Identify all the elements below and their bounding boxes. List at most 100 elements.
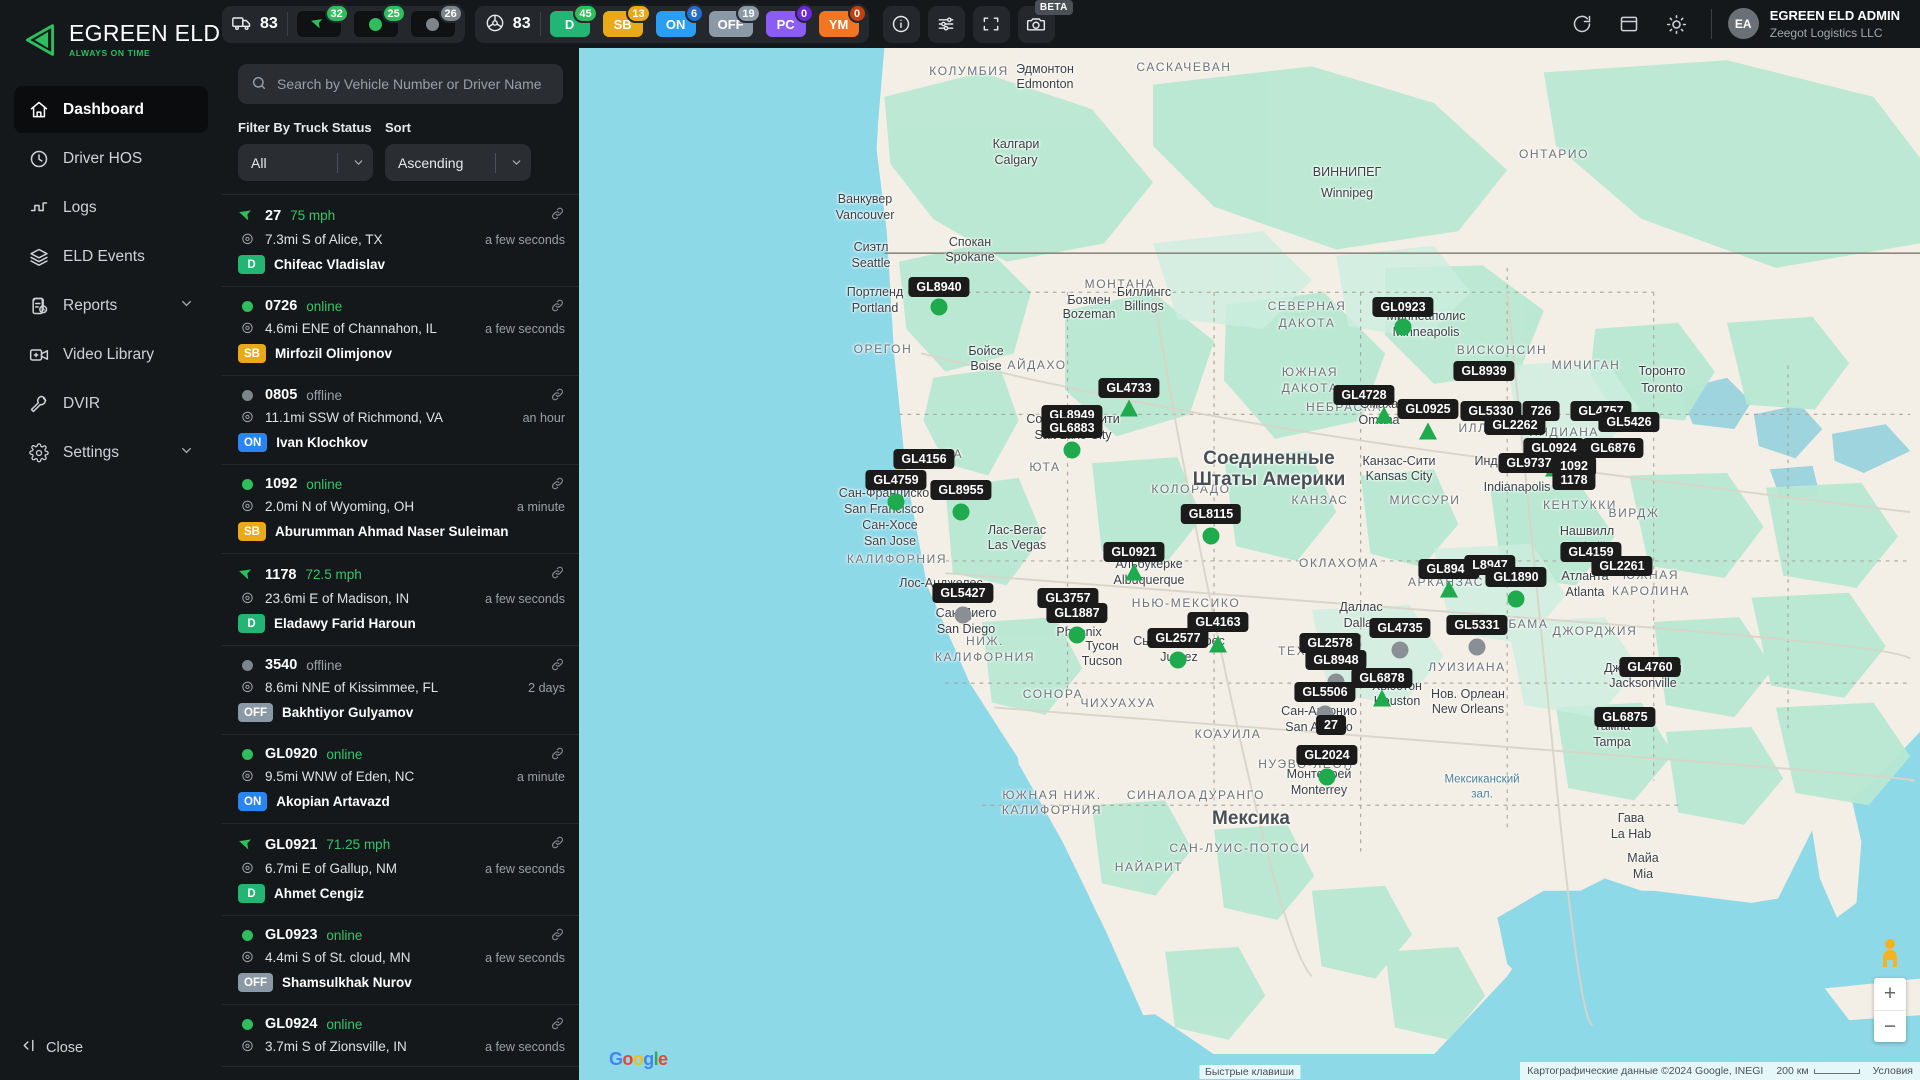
vehicle-list-item[interactable]: 0805 offline 11.1mi SSW of Richmond, VA an … xyxy=(222,376,579,465)
map-vehicle-marker[interactable]: GL5426 xyxy=(1598,412,1660,432)
refresh-icon[interactable] xyxy=(1564,6,1601,43)
filter-status-select[interactable]: All xyxy=(238,144,373,181)
sliders-icon[interactable] xyxy=(927,5,965,43)
map-vehicle-marker[interactable]: GL4760 xyxy=(1619,657,1681,677)
sidebar-item-eld-events[interactable]: ELD Events xyxy=(14,233,208,280)
sidebar-item-dvir[interactable]: DVIR xyxy=(14,380,208,427)
vehicle-list-item[interactable]: 27 75 mph 7.3mi S of Alice, TX a few second… xyxy=(222,195,579,287)
map-vehicle-marker[interactable]: 27 xyxy=(1316,715,1346,735)
vehicle-list-item[interactable]: 1092 online 2.0mi N of Wyoming, OH a minute… xyxy=(222,465,579,554)
map-zoom-controls[interactable]: + − xyxy=(1874,978,1906,1042)
vehicle-list-item[interactable]: GL0924 online 3.7mi S of Zionsville, IN a f… xyxy=(222,1005,579,1067)
vehicle-number: GL0923 xyxy=(265,927,318,943)
sidebar-item-driver-hos[interactable]: Driver HOS xyxy=(14,135,208,182)
map-vehicle-marker[interactable]: GL4735 xyxy=(1369,618,1431,638)
external-link-icon[interactable] xyxy=(550,1016,565,1034)
map-terms-link[interactable]: Условия xyxy=(1873,1065,1913,1077)
search-input[interactable] xyxy=(277,76,550,92)
external-link-icon[interactable] xyxy=(550,387,565,405)
duty-pill-d[interactable]: D 45 xyxy=(549,4,598,37)
map-vehicle-marker[interactable]: GL1887 xyxy=(1046,603,1108,623)
external-link-icon[interactable] xyxy=(550,298,565,316)
zoom-in-button[interactable]: + xyxy=(1874,978,1906,1010)
external-link-icon[interactable] xyxy=(550,657,565,675)
marker-label: GL4735 xyxy=(1369,618,1431,638)
search-box[interactable] xyxy=(238,64,563,104)
map-vehicle-marker[interactable]: GL9737 xyxy=(1498,453,1560,473)
map-vehicle-marker[interactable]: GL2024 xyxy=(1296,745,1358,765)
map-vehicle-marker[interactable]: GL4728 xyxy=(1333,385,1395,405)
map-place-label: Спокан xyxy=(948,234,992,249)
sidebar-close-button[interactable]: Close xyxy=(14,1029,89,1066)
duty-pill-pc[interactable]: PC 0 xyxy=(765,4,814,37)
sort-select[interactable]: Ascending xyxy=(385,144,531,181)
map-vehicle-marker[interactable]: GL8955 xyxy=(930,480,992,500)
duty-pill-sb[interactable]: SB 13 xyxy=(602,4,651,37)
external-link-icon[interactable] xyxy=(550,476,565,494)
pegman-street-view[interactable] xyxy=(1875,936,1905,972)
driver-name: Aburumman Ahmad Naser Suleiman xyxy=(274,524,509,539)
map-vehicle-marker[interactable]: GL4156 xyxy=(893,449,955,469)
vehicle-pill-idle[interactable]: 25 xyxy=(353,4,406,37)
map-vehicle-marker[interactable]: GL1890 xyxy=(1485,567,1547,587)
vehicle-list-item[interactable]: GL0923 online 4.4mi S of St. cloud, MN a fe… xyxy=(222,916,579,1005)
map-vehicle-marker[interactable]: GL6878 xyxy=(1351,668,1413,688)
arrow-cursor-icon xyxy=(311,15,326,33)
map-vehicle-marker[interactable]: GL0921 xyxy=(1103,542,1165,562)
vehicle-list[interactable]: 27 75 mph 7.3mi S of Alice, TX a few second… xyxy=(222,194,579,1080)
map-vehicle-marker[interactable]: GL2262 xyxy=(1484,415,1546,435)
map-vehicle-marker[interactable]: GL5506 xyxy=(1294,682,1356,702)
vehicle-list-item[interactable]: 3540 offline 8.6mi NNE of Kissimmee, FL 2 d… xyxy=(222,646,579,735)
fullscreen-icon[interactable] xyxy=(972,5,1010,43)
external-link-icon[interactable] xyxy=(550,835,565,853)
map-place-label: КАЛИФОРНИЯ xyxy=(1001,803,1103,818)
keyboard-shortcuts-hint[interactable]: Быстрые клавиши xyxy=(1198,1065,1301,1079)
duty-pill-off[interactable]: OFF 19 xyxy=(708,4,761,37)
info-icon[interactable] xyxy=(882,5,920,43)
duty-pill-on[interactable]: ON 6 xyxy=(655,4,704,37)
marker-label: GL4733 xyxy=(1098,378,1160,398)
map-vehicle-marker[interactable]: GL2577 xyxy=(1147,628,1209,648)
map-vehicle-marker[interactable]: GL6876 xyxy=(1582,438,1644,458)
external-link-icon[interactable] xyxy=(550,927,565,945)
vehicle-list-item[interactable]: 1178 72.5 mph 23.6mi E of Madison, IN a few… xyxy=(222,554,579,646)
external-link-icon[interactable] xyxy=(550,206,565,224)
map-vehicle-marker[interactable]: GL0923 xyxy=(1372,297,1434,317)
sidebar-item-video-library[interactable]: Video Library xyxy=(14,331,208,378)
map-vehicle-marker[interactable]: GL6883 xyxy=(1041,418,1103,438)
vehicle-number: 1178 xyxy=(265,566,297,583)
map-vehicle-marker[interactable]: GL4733 xyxy=(1098,378,1160,398)
map-vehicle-marker[interactable]: GL8939 xyxy=(1453,361,1515,381)
panel-icon[interactable] xyxy=(1611,6,1648,43)
sidebar-item-settings[interactable]: Settings xyxy=(14,429,208,476)
map-vehicle-marker[interactable]: GL6875 xyxy=(1594,707,1656,727)
map-vehicle-marker[interactable]: GL4759 xyxy=(865,470,927,490)
vehicle-pill-moving[interactable]: 32 xyxy=(296,4,349,37)
sidebar-item-dashboard[interactable]: Dashboard xyxy=(14,86,208,133)
map[interactable]: КОЛУМБИЯ Эдмонтон Edmonton САСКАЧЕВАН Калгар… xyxy=(579,48,1920,1080)
user-menu[interactable]: EA EGREEN ELD ADMIN Zeegot Logistics LLC xyxy=(1727,7,1906,41)
vehicle-list-item[interactable]: GL0920 online 9.5mi WNW of Eden, NC a minut… xyxy=(222,735,579,824)
vehicle-list-item[interactable]: GL0921 71.25 mph 6.7mi E of Gallup, NM a fe… xyxy=(222,824,579,916)
duty-pill-ym[interactable]: YM 0 xyxy=(818,4,867,37)
map-vehicle-marker[interactable]: GL8940 xyxy=(908,277,970,297)
map-vehicle-marker[interactable]: GL2261 xyxy=(1591,556,1653,576)
map-vehicle-marker[interactable]: GL8948 xyxy=(1305,650,1367,670)
gear-icon xyxy=(28,442,49,463)
map-vehicle-marker[interactable]: GL0925 xyxy=(1397,399,1459,419)
brightness-icon[interactable] xyxy=(1658,6,1695,43)
camera-icon[interactable]: BETA xyxy=(1017,0,1073,43)
map-vehicle-marker[interactable]: GL5331 xyxy=(1446,615,1508,635)
zoom-out-button[interactable]: − xyxy=(1874,1010,1906,1042)
external-link-icon[interactable] xyxy=(550,746,565,764)
vehicle-list-item[interactable]: 0726 online 4.6mi ENE of Channahon, IL a fe… xyxy=(222,287,579,376)
sidebar-item-logs[interactable]: Logs xyxy=(14,184,208,231)
sidebar-item-reports[interactable]: Reports xyxy=(14,282,208,329)
external-link-icon[interactable] xyxy=(550,565,565,583)
driver-name: Bakhtiyor Gulyamov xyxy=(282,705,414,720)
vehicle-pill-offline[interactable]: 26 xyxy=(410,4,463,37)
map-vehicle-marker[interactable]: GL5427 xyxy=(932,583,994,603)
map-vehicle-marker[interactable]: 1178 xyxy=(1552,470,1596,490)
map-vehicle-marker[interactable]: GL8115 xyxy=(1180,504,1242,524)
map-place-label: КЕНТУККИ xyxy=(1542,498,1618,513)
